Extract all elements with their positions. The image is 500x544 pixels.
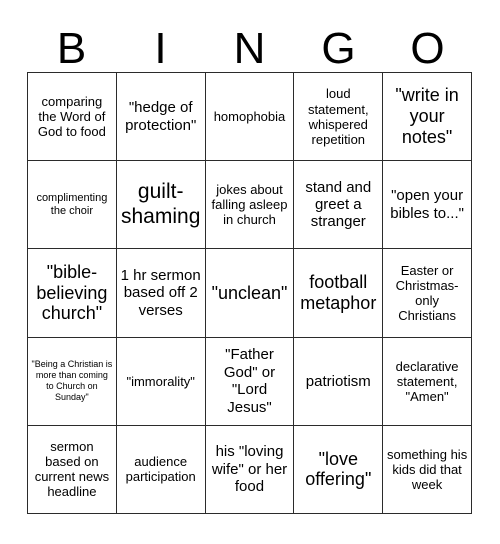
- bingo-cell[interactable]: complimenting the choir: [28, 161, 117, 250]
- bingo-grid: comparing the Word of God to food "hedge…: [27, 72, 472, 514]
- bingo-cell-label: complimenting the choir: [36, 192, 108, 217]
- bingo-cell[interactable]: comparing the Word of God to food: [28, 73, 117, 162]
- bingo-cell[interactable]: "unclean": [205, 249, 295, 338]
- bingo-cell[interactable]: "immorality": [116, 337, 206, 426]
- bingo-cell-label: jokes about falling asleep in church: [211, 182, 288, 228]
- bingo-cell[interactable]: Easter or Christmas-only Christians: [383, 249, 472, 338]
- bingo-cell-label: Easter or Christmas-only Christians: [395, 262, 459, 324]
- bingo-header-letter-o: O: [410, 24, 445, 73]
- bingo-cell-label: "Father God" or "Lord Jesus": [223, 346, 276, 416]
- bingo-cell[interactable]: something his kids did that week: [383, 425, 472, 514]
- bingo-cell[interactable]: "Father God" or "Lord Jesus": [205, 337, 295, 426]
- bingo-card: B I N G O comparing the Word of God to f…: [0, 0, 500, 544]
- bingo-cell-label: patriotism: [305, 372, 371, 390]
- bingo-cell[interactable]: his "loving wife" or her food: [205, 425, 295, 514]
- bingo-cell[interactable]: stand and greet a stranger: [294, 161, 384, 250]
- bingo-cell-label: his "loving wife" or her food: [211, 443, 288, 496]
- bingo-cell-label: "Being a Christian is more than coming t…: [31, 359, 113, 403]
- bingo-cell[interactable]: "love offering": [294, 425, 384, 514]
- bingo-cell[interactable]: "hedge of protection": [116, 73, 206, 162]
- bingo-cell[interactable]: "write in your notes": [383, 73, 472, 162]
- bingo-header-letter-g: G: [321, 24, 356, 73]
- bingo-cell-label: "hedge of protection": [125, 99, 197, 134]
- bingo-cell-label: stand and greet a stranger: [305, 178, 372, 231]
- bingo-cell[interactable]: "bible-believing church": [28, 249, 117, 338]
- bingo-header-letter-b: B: [56, 24, 87, 73]
- bingo-cell-label: loud statement, whispered repetition: [307, 86, 369, 147]
- bingo-cell-label: football metaphor: [300, 272, 377, 313]
- bingo-header-letter-i: I: [154, 24, 167, 73]
- bingo-cell[interactable]: audience participation: [116, 425, 206, 514]
- bingo-cell-label: "immorality": [126, 373, 195, 389]
- bingo-header-letter-n: N: [233, 24, 266, 73]
- bingo-header: B I N G O: [27, 16, 472, 72]
- bingo-cell-label: "love offering": [305, 448, 372, 490]
- bingo-cell-label: homophobia: [213, 109, 286, 125]
- bingo-cell[interactable]: "Being a Christian is more than coming t…: [28, 337, 117, 426]
- bingo-cell-label: something his kids did that week: [386, 446, 468, 492]
- bingo-cell-label: "bible-believing church": [36, 261, 108, 324]
- bingo-cell-label: "write in your notes": [395, 85, 459, 148]
- bingo-cell[interactable]: loud statement, whispered repetition: [294, 73, 384, 162]
- bingo-cell[interactable]: declarative statement, "Amen": [383, 337, 472, 426]
- bingo-cell[interactable]: 1 hr sermon based off 2 verses: [116, 249, 206, 338]
- bingo-cell-label: declarative statement, "Amen": [395, 358, 459, 404]
- bingo-cell[interactable]: guilt-shaming: [116, 161, 206, 250]
- bingo-cell-label: "unclean": [211, 282, 288, 303]
- bingo-cell-label: "open your bibles to...": [390, 187, 464, 222]
- bingo-cell[interactable]: homophobia: [205, 73, 295, 162]
- bingo-cell-label: comparing the Word of God to food: [37, 93, 106, 140]
- bingo-cell[interactable]: football metaphor: [294, 249, 384, 338]
- bingo-cell-label: 1 hr sermon based off 2 verses: [120, 266, 201, 319]
- bingo-cell[interactable]: sermon based on current news headline: [28, 425, 117, 514]
- bingo-cell[interactable]: "open your bibles to...": [383, 161, 472, 250]
- bingo-cell[interactable]: patriotism: [294, 337, 384, 426]
- bingo-cell-label: audience participation: [125, 454, 196, 485]
- bingo-cell[interactable]: jokes about falling asleep in church: [205, 161, 295, 250]
- bingo-cell-label: sermon based on current news headline: [34, 439, 110, 500]
- bingo-cell-label: guilt-shaming: [121, 180, 201, 228]
